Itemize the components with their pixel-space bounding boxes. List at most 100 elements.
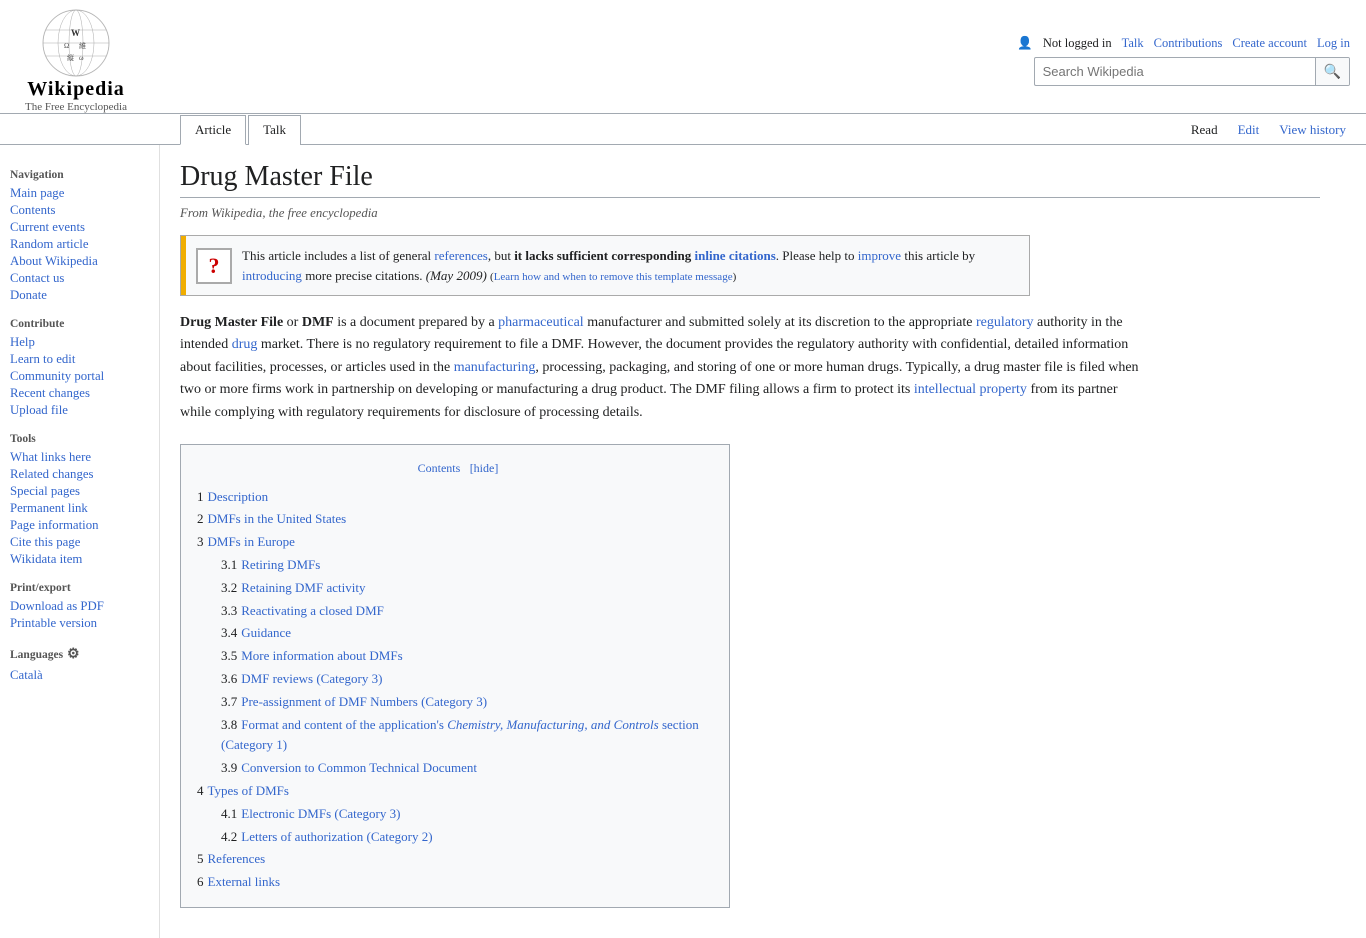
sidebar-item-recent-changes[interactable]: Recent changes	[10, 385, 159, 402]
sidebar-item-wikidata-item[interactable]: Wikidata item	[10, 551, 159, 568]
print-links: Download as PDF Printable version	[10, 598, 159, 632]
tab-edit[interactable]: Edit	[1228, 116, 1270, 144]
tab-read[interactable]: Read	[1181, 116, 1228, 144]
navigation-section-title: Navigation	[10, 169, 159, 181]
log-in-link[interactable]: Log in	[1317, 36, 1350, 51]
layout: Navigation Main page Contents Current ev…	[0, 145, 1366, 938]
sidebar-item-related-changes[interactable]: Related changes	[10, 466, 159, 483]
sidebar-item-help[interactable]: Help	[10, 334, 159, 351]
svg-text:維: 維	[79, 41, 86, 50]
regulatory-link[interactable]: regulatory	[976, 315, 1034, 330]
sidebar-item-community-portal[interactable]: Community portal	[10, 368, 159, 385]
sidebar-item-contents[interactable]: Contents	[10, 202, 159, 219]
toc-item: 5 References	[197, 849, 713, 870]
search-button[interactable]: 🔍	[1315, 58, 1349, 85]
toc-link-dmf-reviews[interactable]: DMF reviews (Category 3)	[241, 671, 382, 686]
sidebar-item-permanent-link[interactable]: Permanent link	[10, 500, 159, 517]
sidebar-item-special-pages[interactable]: Special pages	[10, 483, 159, 500]
learn-link[interactable]: Learn how and when to remove this templa…	[494, 271, 733, 283]
tools-links: What links here Related changes Special …	[10, 449, 159, 568]
manufacturing-link[interactable]: manufacturing	[454, 360, 536, 375]
toc-link-dmfs-europe[interactable]: DMFs in Europe	[208, 534, 295, 549]
sidebar-item-main-page[interactable]: Main page	[10, 185, 159, 202]
page-subtitle: From Wikipedia, the free encyclopedia	[180, 206, 1320, 221]
nav-links: Main page Contents Current events Random…	[10, 185, 159, 304]
sidebar-item-current-events[interactable]: Current events	[10, 219, 159, 236]
sidebar-item-what-links-here[interactable]: What links here	[10, 449, 159, 466]
article-body: Drug Master File or DMF is a document pr…	[180, 312, 1140, 922]
toc-num: 3.8	[221, 717, 237, 732]
tab-view-history[interactable]: View history	[1269, 116, 1356, 144]
sidebar-item-donate[interactable]: Donate	[10, 287, 159, 304]
toc-header: Contents [hide]	[197, 457, 713, 479]
toc-link-more-info[interactable]: More information about DMFs	[241, 648, 402, 663]
toc-link-description[interactable]: Description	[208, 489, 269, 504]
tabs-row: Article Talk Read Edit View history	[0, 114, 1366, 145]
create-account-link[interactable]: Create account	[1232, 36, 1307, 51]
sidebar-item-upload-file[interactable]: Upload file	[10, 402, 159, 419]
contributions-link[interactable]: Contributions	[1154, 36, 1223, 51]
main-content: Drug Master File From Wikipedia, the fre…	[160, 145, 1340, 938]
sidebar-item-about-wikipedia[interactable]: About Wikipedia	[10, 253, 159, 270]
toc-link-references[interactable]: References	[208, 851, 266, 866]
not-logged-in: Not logged in	[1043, 36, 1112, 51]
toc-num: 2	[197, 511, 204, 526]
sidebar-item-catala[interactable]: Català	[10, 667, 159, 684]
sidebar-item-learn-to-edit[interactable]: Learn to edit	[10, 351, 159, 368]
print-section-title: Print/export	[10, 582, 159, 594]
toc-num: 3.4	[221, 625, 237, 640]
toc-link-format[interactable]: Format and content of the application's …	[221, 717, 699, 753]
toc-link-guidance[interactable]: Guidance	[241, 625, 291, 640]
intellectual-property-link[interactable]: intellectual property	[914, 382, 1027, 397]
table-of-contents: Contents [hide] 1Description 2 DMFs in th…	[180, 444, 730, 908]
toc-num: 3.5	[221, 648, 237, 663]
toc-link-letters[interactable]: Letters of authorization (Category 2)	[241, 829, 432, 844]
toc-item: 4.2Letters of authorization (Category 2)	[221, 827, 713, 848]
toc-link-pre-assignment[interactable]: Pre-assignment of DMF Numbers (Category …	[241, 694, 487, 709]
improve-link[interactable]: improve	[858, 248, 901, 263]
svg-text:W: W	[71, 28, 80, 38]
view-tabs: Read Edit View history	[1181, 116, 1366, 144]
inline-citations-link[interactable]: inline citations	[695, 248, 776, 263]
toc-link-dmfs-us[interactable]: DMFs in the United States	[208, 511, 347, 526]
gear-icon[interactable]: ⚙	[67, 646, 80, 663]
sidebar-item-cite-this-page[interactable]: Cite this page	[10, 534, 159, 551]
references-link[interactable]: references	[434, 248, 487, 263]
tab-talk[interactable]: Talk	[248, 115, 301, 145]
toc-item: 3.4 Guidance	[221, 623, 713, 644]
sidebar-item-download-pdf[interactable]: Download as PDF	[10, 598, 159, 615]
sidebar-item-random-article[interactable]: Random article	[10, 236, 159, 253]
toc-link-retaining[interactable]: Retaining DMF activity	[241, 580, 365, 595]
toc-num: 5	[197, 851, 204, 866]
logo-title[interactable]: Wikipedia	[27, 78, 125, 101]
search-input[interactable]	[1035, 59, 1315, 84]
drug-master-file-bold: Drug Master File	[180, 315, 283, 330]
toc-link-electronic[interactable]: Electronic DMFs (Category 3)	[241, 806, 400, 821]
talk-link[interactable]: Talk	[1122, 36, 1144, 51]
toc-link-reactivating[interactable]: Reactivating a closed DMF	[241, 603, 384, 618]
notice-box: ? This article includes a list of genera…	[180, 235, 1030, 296]
toc-num: 3	[197, 534, 204, 549]
toc-link-types[interactable]: Types of DMFs	[208, 783, 289, 798]
sidebar-item-contact-us[interactable]: Contact us	[10, 270, 159, 287]
notice-question-icon: ?	[196, 248, 232, 284]
toc-link-external-links[interactable]: External links	[208, 874, 281, 889]
intro-paragraph: Drug Master File or DMF is a document pr…	[180, 312, 1140, 424]
svg-text:ω: ω	[79, 54, 84, 62]
svg-text:縦: 縦	[67, 53, 74, 62]
sidebar-item-printable-version[interactable]: Printable version	[10, 615, 159, 632]
toc-item: 3.9Conversion to Common Technical Docume…	[221, 758, 713, 779]
pharmaceutical-link[interactable]: pharmaceutical	[498, 315, 584, 330]
tab-article[interactable]: Article	[180, 115, 246, 145]
toc-item: 1Description	[197, 487, 713, 508]
toc-link-retiring[interactable]: Retiring DMFs	[241, 557, 320, 572]
toc-item: 3.3Reactivating a closed DMF	[221, 601, 713, 622]
wikipedia-logo[interactable]: W Ω 維 縦 ω	[41, 8, 111, 78]
toc-list: 1Description 2DMFs in the United States …	[197, 487, 713, 893]
drug-link[interactable]: drug	[232, 337, 258, 352]
sidebar-item-page-information[interactable]: Page information	[10, 517, 159, 534]
language-links: Català	[10, 667, 159, 684]
svg-text:Ω: Ω	[64, 42, 69, 50]
toc-hide-link[interactable]: [hide]	[470, 461, 499, 475]
introducing-link[interactable]: introducing	[242, 268, 302, 283]
